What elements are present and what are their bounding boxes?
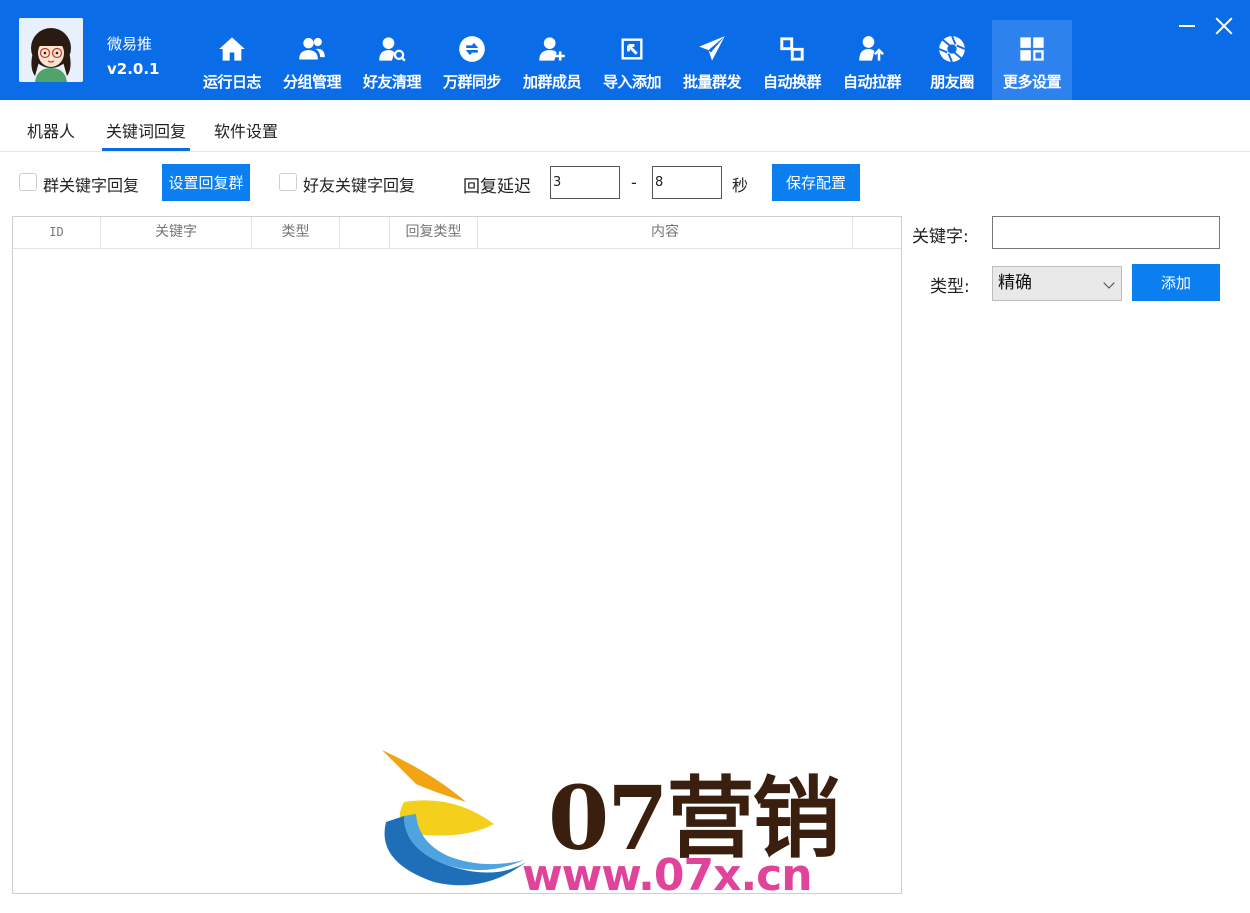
set-reply-group-button[interactable]: 设置回复群 bbox=[162, 164, 250, 201]
users-icon bbox=[296, 33, 328, 65]
nav-import-add[interactable]: 导入添加 bbox=[592, 20, 672, 100]
delay-min-input[interactable] bbox=[550, 166, 620, 199]
avatar bbox=[19, 18, 83, 82]
grid-icon bbox=[1016, 33, 1048, 65]
group-keyword-reply-checkbox[interactable] bbox=[19, 173, 37, 191]
column-header-content[interactable]: 内容 bbox=[478, 217, 853, 248]
save-config-button[interactable]: 保存配置 bbox=[772, 164, 860, 201]
type-select[interactable]: 精确 bbox=[992, 266, 1122, 301]
app-name: 微易推 bbox=[107, 35, 153, 53]
title-bar: 微易推 v2.0.1 运行日志 分组管理 好友清理 万群同步 加群成员 导入添加… bbox=[0, 0, 1250, 100]
tab-keyword-reply[interactable]: 关键词回复 bbox=[101, 118, 191, 151]
home-icon bbox=[216, 33, 248, 65]
column-header-keyword[interactable]: 关键字 bbox=[101, 217, 252, 248]
delay-max-input[interactable] bbox=[652, 166, 722, 199]
group-keyword-reply-label: 群关键字回复 bbox=[43, 176, 140, 195]
nav-label: 加群成员 bbox=[522, 73, 582, 91]
keyword-input[interactable] bbox=[992, 216, 1220, 249]
settings-tabs: 机器人 关键词回复 软件设置 bbox=[0, 100, 1250, 152]
friend-keyword-reply-checkbox[interactable] bbox=[279, 173, 297, 191]
nav-label: 导入添加 bbox=[602, 73, 662, 91]
nav-more-settings[interactable]: 更多设置 bbox=[992, 20, 1072, 100]
nav-group-sync[interactable]: 万群同步 bbox=[432, 20, 512, 100]
watermark-url: www.07x.cn bbox=[522, 850, 813, 901]
nav-label: 分组管理 bbox=[282, 73, 342, 91]
friend-keyword-reply-label: 好友关键字回复 bbox=[303, 176, 416, 195]
table-header: ID 关键字 类型 回复类型 内容 bbox=[13, 217, 901, 249]
aperture-icon bbox=[936, 33, 968, 65]
nav-bulk-send[interactable]: 批量群发 bbox=[672, 20, 752, 100]
column-header-id[interactable]: ID bbox=[13, 217, 101, 248]
tab-software-settings[interactable]: 软件设置 bbox=[214, 118, 278, 142]
send-icon bbox=[696, 33, 728, 65]
chevron-down-icon bbox=[1103, 277, 1115, 289]
watermark-logo-icon bbox=[374, 744, 534, 894]
column-header-blank[interactable] bbox=[340, 217, 390, 248]
nav-moments[interactable]: 朋友圈 bbox=[912, 20, 992, 100]
switch-icon bbox=[776, 33, 808, 65]
reply-delay-label: 回复延迟 bbox=[463, 177, 531, 197]
nav-add-group-members[interactable]: 加群成员 bbox=[512, 20, 592, 100]
import-icon bbox=[616, 33, 648, 65]
add-button[interactable]: 添加 bbox=[1132, 264, 1220, 301]
nav-label: 运行日志 bbox=[202, 73, 262, 91]
nav-group-manage[interactable]: 分组管理 bbox=[272, 20, 352, 100]
app-version: v2.0.1 bbox=[107, 60, 160, 78]
user-search-icon bbox=[376, 33, 408, 65]
user-up-icon bbox=[856, 33, 888, 65]
type-label: 类型: bbox=[930, 277, 970, 297]
nav-label: 朋友圈 bbox=[930, 73, 974, 91]
nav-auto-pull-group[interactable]: 自动拉群 bbox=[832, 20, 912, 100]
nav-label: 万群同步 bbox=[442, 73, 502, 91]
tab-robot[interactable]: 机器人 bbox=[27, 118, 75, 142]
nav-run-log[interactable]: 运行日志 bbox=[192, 20, 272, 100]
close-icon[interactable] bbox=[1212, 14, 1236, 38]
sync-icon bbox=[456, 33, 488, 65]
type-selected-value: 精确 bbox=[998, 273, 1032, 293]
nav-label: 自动换群 bbox=[762, 73, 822, 91]
keyword-label: 关键字: bbox=[912, 227, 969, 247]
nav-label: 批量群发 bbox=[682, 73, 742, 91]
minimize-icon[interactable] bbox=[1176, 14, 1198, 36]
seconds-unit-label: 秒 bbox=[732, 176, 749, 195]
nav-label: 好友清理 bbox=[362, 73, 422, 91]
delay-separator: - bbox=[631, 173, 637, 192]
column-header-type[interactable]: 类型 bbox=[252, 217, 340, 248]
nav-label: 自动拉群 bbox=[842, 73, 902, 91]
nav-label: 更多设置 bbox=[1002, 73, 1062, 91]
nav-friend-clean[interactable]: 好友清理 bbox=[352, 20, 432, 100]
column-header-reply-type[interactable]: 回复类型 bbox=[390, 217, 478, 248]
user-add-icon bbox=[536, 33, 568, 65]
main-nav: 运行日志 分组管理 好友清理 万群同步 加群成员 导入添加 批量群发 自动换群 … bbox=[192, 20, 1072, 100]
nav-auto-switch-group[interactable]: 自动换群 bbox=[752, 20, 832, 100]
